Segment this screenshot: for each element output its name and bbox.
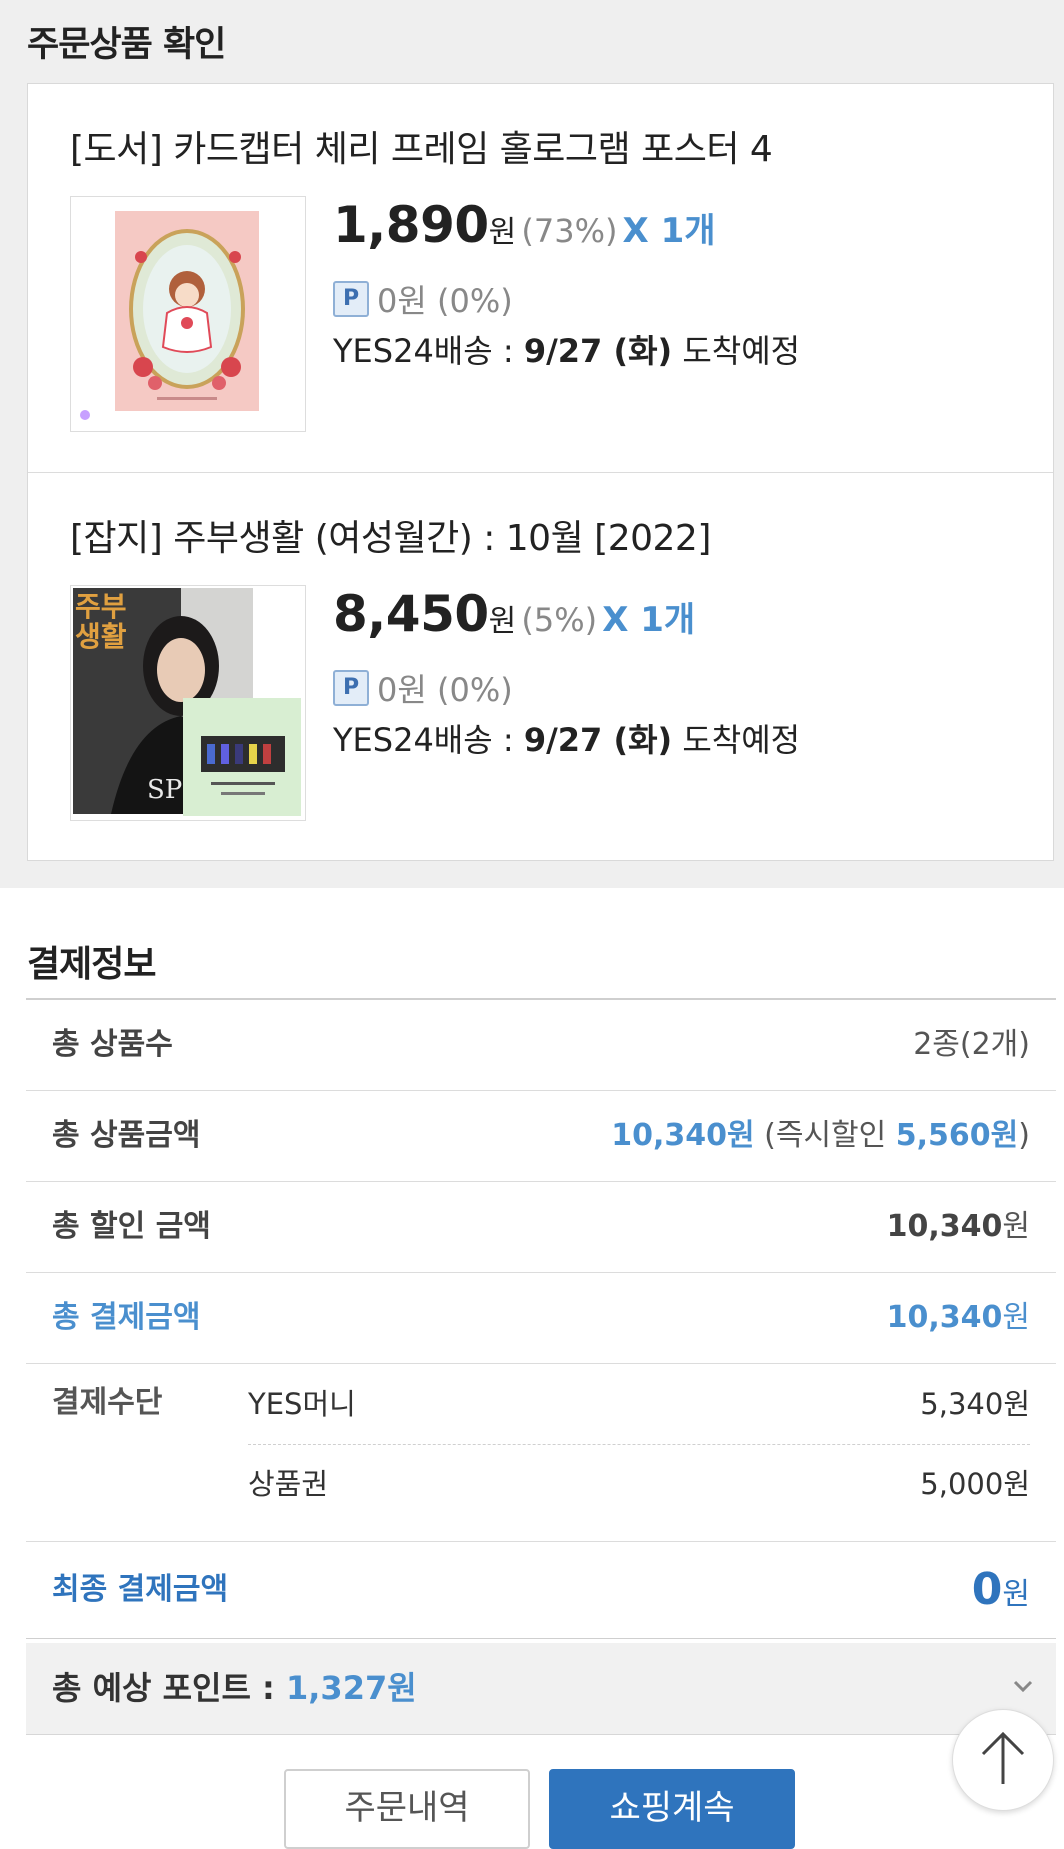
- cover-title-1: 주부: [75, 590, 127, 623]
- payment-method-label: 결제수단: [52, 1385, 163, 1420]
- cover-title-2: 생활: [75, 620, 127, 653]
- expected-points-text: 총 예상 포인트 : 1,327원: [52, 1643, 417, 1733]
- method-name: 상품권: [248, 1467, 329, 1501]
- total-amount-value: 10,340원: [611, 1118, 755, 1153]
- expected-points-toggle[interactable]: 총 예상 포인트 : 1,327원: [26, 1643, 1056, 1735]
- delivery-info: YES24배송 : 9/27 (화) 도착예정: [333, 715, 800, 761]
- expected-points-label: 총 예상 포인트 :: [52, 1669, 286, 1707]
- price-line: 8,450원 (5%) X 1개: [333, 585, 695, 643]
- poster-image: [71, 197, 305, 431]
- section-title: 주문상품 확인: [27, 25, 226, 65]
- discount-total-won: 원: [1002, 1209, 1030, 1244]
- discount-total-number: 10,340: [886, 1209, 1003, 1244]
- order-item: [잡지] 주부생활 (여성월간) : 10월 [2022] 주부 생활 SP 8…: [28, 473, 1053, 862]
- instant-discount-value: 5,560원: [895, 1118, 1019, 1153]
- payment-title: 결제정보: [27, 944, 156, 985]
- point-line: P 0원 (0%): [333, 665, 513, 711]
- method-amount: 5,340원: [920, 1387, 1030, 1421]
- quantity: X 1개: [622, 211, 716, 251]
- delivery-suffix: 도착예정: [672, 332, 801, 370]
- point-text: 0원 (0%): [377, 282, 513, 320]
- product-thumbnail[interactable]: 주부 생활 SP: [70, 585, 306, 821]
- payment-method-item: 상품권 5,000원: [248, 1444, 1030, 1524]
- point-icon: P: [333, 670, 369, 706]
- product-title[interactable]: [잡지] 주부생활 (여성월간) : 10월 [2022]: [70, 509, 711, 561]
- final-amount-number: 0: [971, 1564, 1003, 1615]
- delivery-label: YES24배송 :: [333, 332, 524, 370]
- point-text: 0원 (0%): [377, 671, 513, 709]
- instant-discount-prefix: (즉시할인: [764, 1118, 896, 1153]
- discount-total-row: 총 할인 금액 10,340원: [26, 1182, 1056, 1273]
- total-amount-row: 총 상품금액 10,340원 (즉시할인 5,560원): [26, 1091, 1056, 1182]
- final-amount-value: 0원: [972, 1542, 1030, 1643]
- total-items-value: 2종(2개): [913, 1027, 1030, 1062]
- quantity: X 1개: [602, 600, 696, 640]
- pay-total-label: 총 결제금액: [52, 1300, 201, 1335]
- payment-method-row: 결제수단 YES머니 5,340원 상품권 5,000원: [26, 1364, 1056, 1542]
- price-unit: 원: [488, 604, 517, 639]
- final-amount-row: 최종 결제금액 0원: [26, 1542, 1056, 1639]
- cover-sub: SP: [147, 775, 182, 805]
- pay-total-number: 10,340: [886, 1300, 1003, 1335]
- total-items-label: 총 상품수: [52, 1027, 173, 1062]
- pay-total-row: 총 결제금액 10,340원: [26, 1273, 1056, 1364]
- pay-total-won: 원: [1002, 1300, 1030, 1335]
- discount-rate: (73%): [521, 212, 618, 250]
- final-amount-won: 원: [1002, 1577, 1030, 1612]
- delivery-date: 9/27 (화): [523, 332, 673, 370]
- point-icon: P: [333, 281, 369, 317]
- arrow-up-icon: [981, 1731, 1025, 1784]
- chevron-down-icon: [1013, 1680, 1033, 1693]
- price-unit: 원: [488, 215, 517, 250]
- method-amount: 5,000원: [920, 1467, 1030, 1501]
- point-line: P 0원 (0%): [333, 276, 513, 322]
- method-name: YES머니: [248, 1387, 356, 1421]
- order-item: [도서] 카드캡터 체리 프레임 홀로그램 포스터 4 1,890원 (73%)…: [28, 84, 1053, 473]
- discount-rate: (5%): [521, 601, 598, 639]
- pay-total-value: 10,340원: [887, 1273, 1030, 1363]
- price-line: 1,890원 (73%) X 1개: [333, 196, 716, 254]
- product-title[interactable]: [도서] 카드캡터 체리 프레임 홀로그램 포스터 4: [70, 120, 773, 172]
- final-amount-label: 최종 결제금액: [52, 1572, 229, 1607]
- order-history-button[interactable]: 주문내역: [284, 1769, 530, 1849]
- total-amount-value-group: 10,340원 (즉시할인 5,560원): [611, 1091, 1030, 1181]
- total-items-row: 총 상품수 2종(2개): [26, 1000, 1056, 1091]
- continue-shopping-button[interactable]: 쇼핑계속: [549, 1769, 795, 1849]
- magazine-cover-image: 주부 생활 SP: [71, 586, 305, 820]
- delivery-label: YES24배송 :: [333, 721, 524, 759]
- product-price: 8,450: [333, 585, 489, 643]
- discount-total-value: 10,340원: [887, 1182, 1030, 1272]
- total-amount-label: 총 상품금액: [52, 1118, 201, 1153]
- payment-table: 총 상품수 2종(2개) 총 상품금액 10,340원 (즉시할인 5,560원…: [26, 998, 1056, 1639]
- order-items-box: [도서] 카드캡터 체리 프레임 홀로그램 포스터 4 1,890원 (73%)…: [27, 83, 1054, 861]
- discount-total-label: 총 할인 금액: [52, 1209, 211, 1244]
- scroll-to-top-button[interactable]: [952, 1709, 1054, 1811]
- product-thumbnail[interactable]: [70, 196, 306, 432]
- instant-discount-suffix: ): [1018, 1118, 1030, 1153]
- payment-method-item: YES머니 5,340원: [248, 1364, 1030, 1445]
- delivery-suffix: 도착예정: [672, 721, 801, 759]
- product-price: 1,890: [333, 196, 489, 254]
- delivery-date: 9/27 (화): [523, 721, 673, 759]
- delivery-info: YES24배송 : 9/27 (화) 도착예정: [333, 326, 800, 372]
- expected-points-value: 1,327원: [286, 1669, 417, 1707]
- order-confirm-section: 주문상품 확인 [도서] 카드캡터 체리 프레임 홀로그램 포스터 4 1,89…: [0, 0, 1064, 888]
